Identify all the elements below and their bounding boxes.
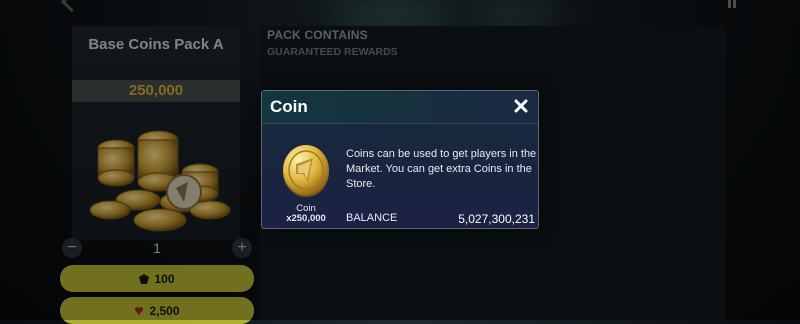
dialog-title: Coin — [270, 97, 308, 116]
close-icon[interactable] — [512, 97, 530, 115]
balance-value: 5,027,300,231 — [458, 212, 535, 226]
item-description: Coins can be used to get players in the … — [346, 148, 537, 190]
balance-label: BALANCE — [346, 212, 398, 224]
dialog-header: Coin — [262, 91, 538, 124]
item-quantity: x250,000 — [286, 213, 326, 224]
coin-icon — [283, 145, 329, 197]
coin-info-dialog: Coin Coin x250,000 Coins can be used to … — [261, 90, 539, 229]
